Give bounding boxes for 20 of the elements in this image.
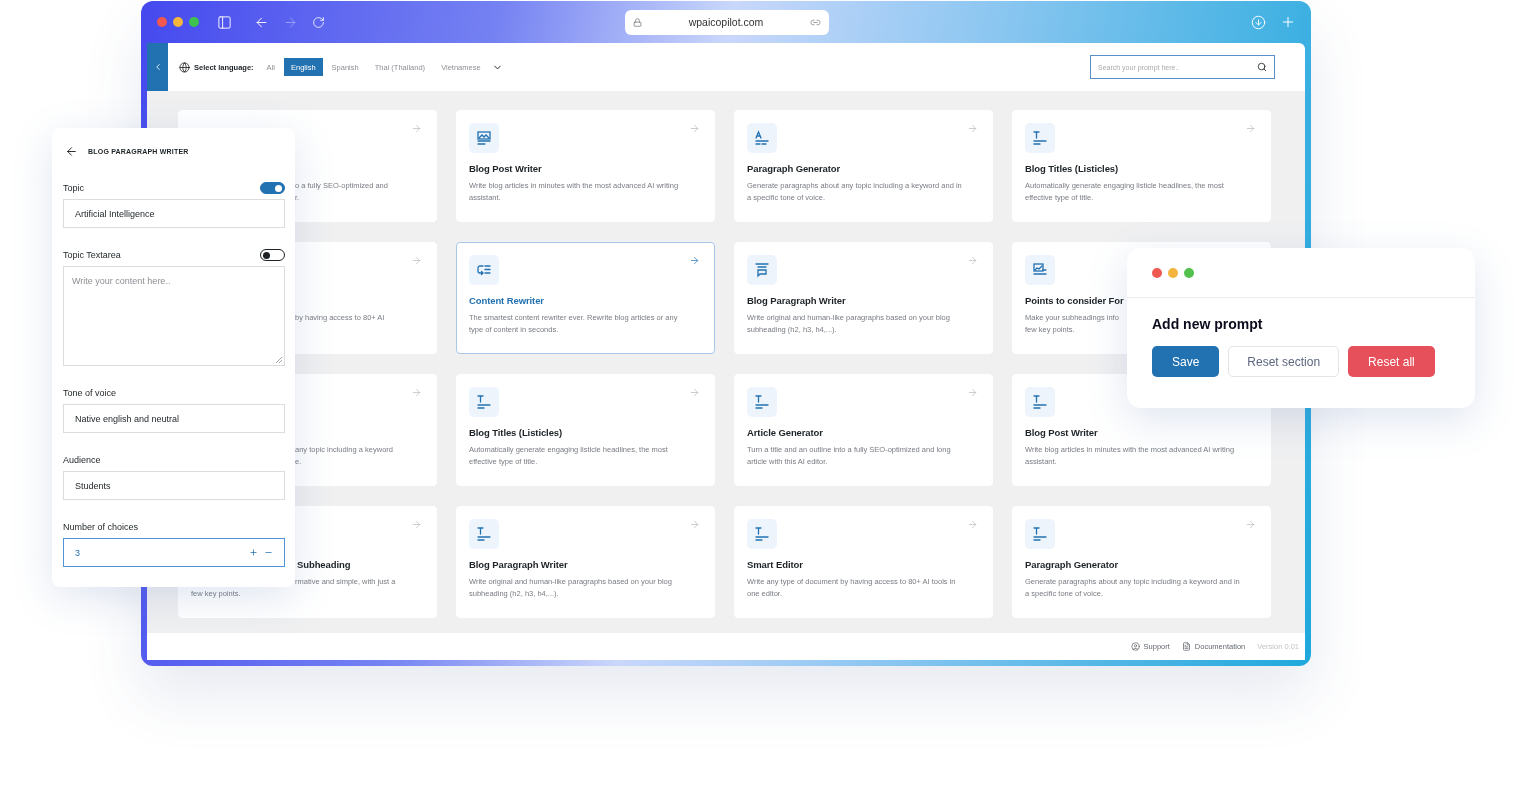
card-title: Paragraph Generator	[747, 163, 841, 175]
card-title: Blog Post Writer	[469, 163, 542, 175]
card-title: Blog Titles (Listicles)	[1025, 163, 1119, 175]
dialog-title: Add new prompt	[1152, 316, 1264, 332]
url-text: wpaicopilot.com	[688, 16, 764, 28]
card-title: Content Rewriter	[469, 295, 544, 307]
card-title: Blog Post Writer	[1025, 427, 1098, 439]
card-title: Smart Editor	[747, 559, 803, 571]
card-title: Blog Paragraph Writer	[747, 295, 846, 307]
card-title: Blog Titles (Listicles)	[469, 427, 563, 439]
field-label: Topic	[63, 183, 84, 193]
card-title: Subheading	[297, 559, 351, 571]
card-title: Paragraph Generator	[1025, 559, 1119, 571]
card-title: Blog Paragraph Writer	[469, 559, 568, 571]
card-title: Article Generator	[747, 427, 823, 439]
field-label: Topic Textarea	[63, 250, 121, 260]
card-title: Points to consider For	[1025, 295, 1124, 307]
field-label: Number of choices	[63, 522, 139, 532]
field-label: Audience	[63, 455, 101, 465]
field-label: Tone of voice	[63, 388, 117, 398]
